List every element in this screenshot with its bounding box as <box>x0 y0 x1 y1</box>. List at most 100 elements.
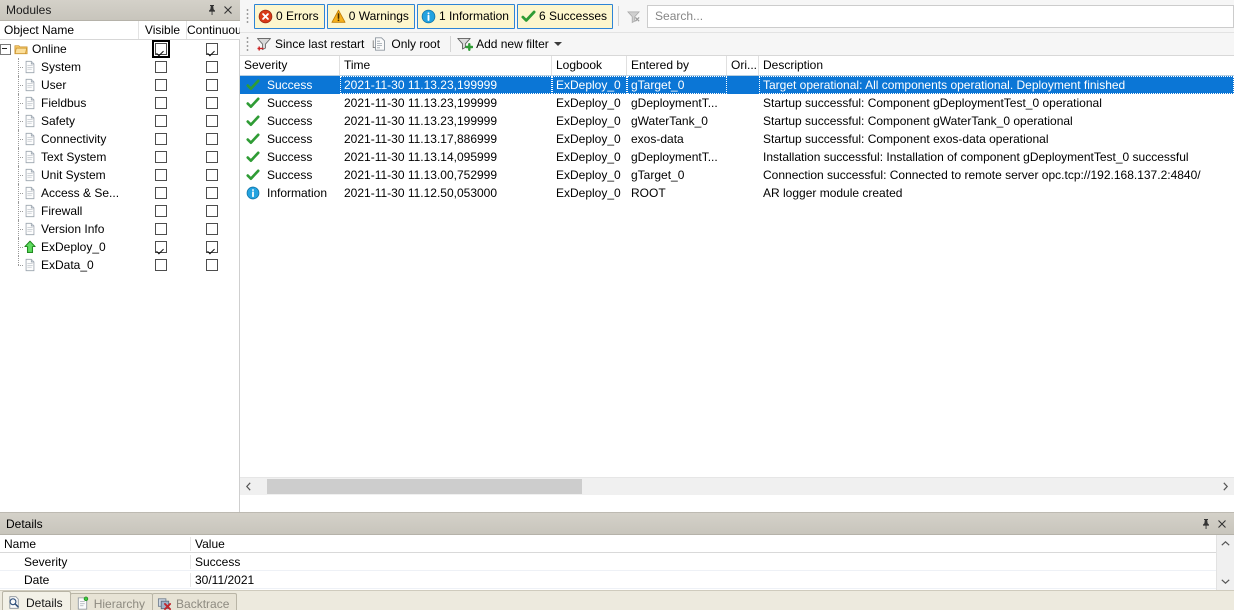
visible-checkbox[interactable] <box>155 97 168 109</box>
tree-row[interactable]: Safety <box>0 112 239 130</box>
continuous-checkbox-cell[interactable] <box>185 40 239 58</box>
visible-checkbox[interactable] <box>152 40 171 58</box>
visible-checkbox-cell[interactable] <box>137 58 185 76</box>
tree-row[interactable]: Connectivity <box>0 130 239 148</box>
continuous-checkbox-cell[interactable] <box>185 130 239 148</box>
continuous-checkbox[interactable] <box>206 97 219 109</box>
details-vertical-scrollbar[interactable] <box>1216 535 1234 590</box>
visible-checkbox-cell[interactable] <box>137 112 185 130</box>
continuous-checkbox-cell[interactable] <box>185 238 239 256</box>
log-column-header[interactable]: Time <box>340 56 552 75</box>
log-row[interactable]: Success 2021-11-30 11.13.17,886999 ExDeplo… <box>240 130 1234 148</box>
log-column-header[interactable]: Description <box>759 56 1234 75</box>
quick-filter-filter-restart[interactable]: Since last restart <box>254 34 370 54</box>
log-row[interactable]: Success 2021-11-30 11.13.14,095999 ExDeplo… <box>240 148 1234 166</box>
continuous-checkbox-cell[interactable] <box>185 76 239 94</box>
visible-checkbox-cell[interactable] <box>137 94 185 112</box>
tab-details[interactable]: Details <box>2 591 71 610</box>
scroll-right-arrow-icon[interactable] <box>1217 478 1234 495</box>
continuous-checkbox[interactable] <box>206 61 219 73</box>
collapse-expander-icon[interactable] <box>0 43 11 55</box>
filter-button-information[interactable]: 1 Information <box>416 3 515 29</box>
continuous-checkbox[interactable] <box>206 79 219 91</box>
tree-row[interactable]: User <box>0 76 239 94</box>
continuous-checkbox[interactable] <box>206 223 219 235</box>
visible-checkbox[interactable] <box>155 169 168 181</box>
filter-button-success[interactable]: 6 Successes <box>516 3 614 29</box>
continuous-checkbox-cell[interactable] <box>185 220 239 238</box>
visible-checkbox-cell[interactable] <box>137 130 185 148</box>
tree-row[interactable]: Fieldbus <box>0 94 239 112</box>
scroll-thumb[interactable] <box>267 479 582 494</box>
scroll-track[interactable] <box>257 478 1217 495</box>
continuous-checkbox[interactable] <box>206 43 219 55</box>
tree-row[interactable]: Online <box>0 40 239 58</box>
visible-checkbox-cell[interactable] <box>137 256 185 274</box>
continuous-checkbox[interactable] <box>206 187 219 199</box>
visible-checkbox-cell[interactable] <box>137 202 185 220</box>
scroll-down-arrow-icon[interactable] <box>1217 573 1234 590</box>
visible-checkbox-cell[interactable] <box>137 166 185 184</box>
tree-row[interactable]: Firewall <box>0 202 239 220</box>
tree-column-object-name[interactable]: Object Name <box>0 21 138 39</box>
visible-checkbox[interactable] <box>155 241 168 253</box>
log-column-header[interactable]: Entered by <box>627 56 727 75</box>
log-column-header[interactable]: Ori... <box>727 56 759 75</box>
filter-button-error[interactable]: 0 Errors <box>254 3 325 29</box>
visible-checkbox[interactable] <box>155 259 168 271</box>
tree-row[interactable]: Unit System <box>0 166 239 184</box>
log-row[interactable]: Success 2021-11-30 11.13.23,199999 ExDeplo… <box>240 76 1234 94</box>
continuous-checkbox-cell[interactable] <box>185 256 239 274</box>
visible-checkbox[interactable] <box>155 187 168 199</box>
quick-filter-only-root[interactable]: Only root <box>370 34 446 54</box>
log-horizontal-scrollbar[interactable] <box>240 477 1234 495</box>
continuous-checkbox[interactable] <box>206 115 219 127</box>
scroll-up-arrow-icon[interactable] <box>1217 535 1234 552</box>
tree-row[interactable]: System <box>0 58 239 76</box>
filter-button-warning[interactable]: 0 Warnings <box>326 3 415 29</box>
details-row-partial[interactable] <box>0 589 1216 590</box>
continuous-checkbox-cell[interactable] <box>185 184 239 202</box>
quick-filter-add-filter[interactable]: Add new filter <box>455 34 568 54</box>
details-row[interactable]: Date 30/11/2021 <box>0 571 1216 589</box>
continuous-checkbox-cell[interactable] <box>185 148 239 166</box>
continuous-checkbox[interactable] <box>206 241 219 253</box>
details-row[interactable]: Severity Success <box>0 553 1216 571</box>
tree-row[interactable]: Access & Se... <box>0 184 239 202</box>
log-grid-body[interactable]: Success 2021-11-30 11.13.23,199999 ExDeplo… <box>240 76 1234 477</box>
visible-checkbox[interactable] <box>155 151 168 163</box>
modules-tree[interactable]: Online System User Fieldbus Safety Connectivi… <box>0 40 240 515</box>
tree-row[interactable]: ExDeploy_0 <box>0 238 239 256</box>
log-column-header[interactable]: Severity <box>240 56 340 75</box>
close-icon[interactable] <box>1214 516 1230 532</box>
visible-checkbox-cell[interactable] <box>137 220 185 238</box>
visible-checkbox[interactable] <box>155 79 168 91</box>
continuous-checkbox[interactable] <box>206 151 219 163</box>
scroll-left-arrow-icon[interactable] <box>240 478 257 495</box>
continuous-checkbox[interactable] <box>206 205 219 217</box>
details-column-name[interactable]: Name <box>0 537 190 551</box>
visible-checkbox[interactable] <box>155 61 168 73</box>
tree-row[interactable]: ExData_0 <box>0 256 239 274</box>
continuous-checkbox-cell[interactable] <box>185 94 239 112</box>
continuous-checkbox-cell[interactable] <box>185 58 239 76</box>
visible-checkbox[interactable] <box>155 133 168 145</box>
tree-column-continuous[interactable]: Continuous <box>186 21 248 39</box>
log-row[interactable]: Information 2021-11-30 11.12.50,053000 ExD… <box>240 184 1234 202</box>
continuous-checkbox-cell[interactable] <box>185 202 239 220</box>
continuous-checkbox[interactable] <box>206 169 219 181</box>
chevron-down-icon[interactable] <box>553 42 562 46</box>
log-row[interactable]: Success 2021-11-30 11.13.00,752999 ExDeplo… <box>240 166 1234 184</box>
close-icon[interactable] <box>220 2 236 18</box>
search-box[interactable] <box>647 4 1234 28</box>
clear-filter-icon[interactable] <box>622 5 645 28</box>
continuous-checkbox[interactable] <box>206 133 219 145</box>
log-row[interactable]: Success 2021-11-30 11.13.23,199999 ExDeplo… <box>240 94 1234 112</box>
visible-checkbox-cell[interactable] <box>137 184 185 202</box>
visible-checkbox[interactable] <box>155 223 168 235</box>
tab-hierarchy[interactable]: Hierarchy <box>69 593 154 610</box>
visible-checkbox-cell[interactable] <box>137 238 185 256</box>
tree-row[interactable]: Text System <box>0 148 239 166</box>
details-column-value[interactable]: Value <box>190 536 1216 551</box>
details-grid[interactable]: Name Value Severity Success Date 30/11/2021 <box>0 535 1234 590</box>
